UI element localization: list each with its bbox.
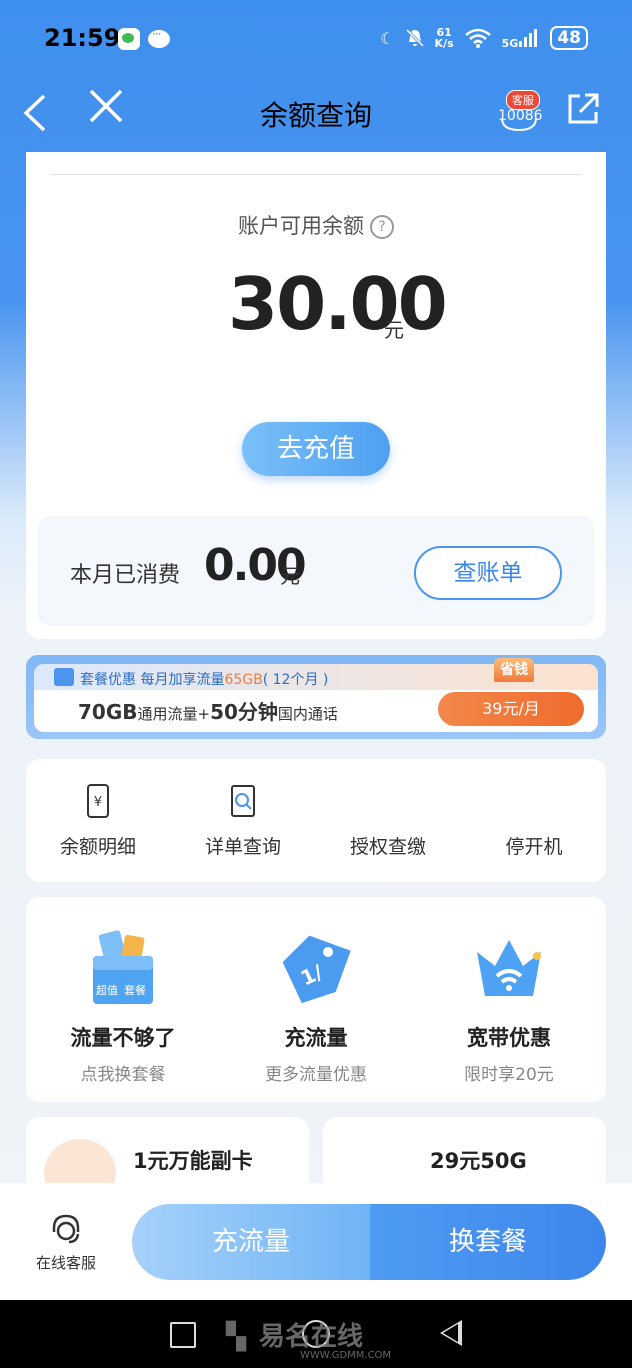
help-icon[interactable]: ? bbox=[370, 215, 394, 239]
phone-yuan-icon: ¥ bbox=[87, 784, 109, 818]
crown-wifi-icon bbox=[477, 940, 541, 996]
battery-indicator: 48 bbox=[550, 26, 588, 50]
document-search-icon bbox=[231, 785, 255, 817]
feature-title: 宽带优惠 bbox=[467, 1026, 551, 1050]
system-back-icon[interactable] bbox=[440, 1320, 462, 1346]
feature-subtitle: 限时享20元 bbox=[464, 1065, 554, 1085]
headset-icon bbox=[52, 1214, 80, 1244]
monthly-spend-label: 本月已消费 bbox=[70, 563, 181, 588]
divider bbox=[50, 174, 582, 175]
customer-service-badge: 客服 bbox=[506, 90, 540, 110]
message-icon bbox=[148, 27, 170, 48]
status-icons: ☾ 61 K/s 5G 48 bbox=[380, 26, 588, 50]
svg-text:套餐: 套餐 bbox=[124, 983, 146, 997]
customer-service-number: 10086 bbox=[498, 108, 543, 124]
view-bill-button[interactable]: 查账单 bbox=[414, 546, 562, 600]
svg-text:¥: ¥ bbox=[94, 795, 102, 810]
balance-unit: 元 bbox=[384, 318, 404, 342]
quick-action-suspend-resume[interactable]: 停开机 bbox=[464, 832, 604, 859]
monthly-spend-unit: 元 bbox=[280, 564, 300, 588]
feature-buy-data[interactable]: 1/ 充流量 更多流量优惠 bbox=[221, 930, 411, 1085]
status-time: 21:59 bbox=[44, 24, 121, 52]
quick-action-detail-query[interactable]: 详单查询 bbox=[173, 784, 313, 859]
feature-subtitle: 点我换套餐 bbox=[80, 1065, 166, 1085]
feature-broadband-offer[interactable]: 宽带优惠 限时享20元 bbox=[414, 930, 604, 1085]
watermark: ▚ 易名在线 bbox=[226, 1322, 364, 1352]
wifi-icon bbox=[464, 28, 491, 48]
wechat-icon bbox=[118, 28, 140, 50]
gift-icon bbox=[54, 668, 74, 686]
promo-main-text: 70GB通用流量+50分钟国内通话 bbox=[78, 700, 338, 724]
change-package-button[interactable]: 换套餐 bbox=[370, 1204, 606, 1280]
signal-icon: 5G bbox=[502, 27, 541, 50]
save-money-tag: 省钱 bbox=[494, 658, 534, 682]
promo-subtitle: 套餐优惠 每月加享流量65GB( 12个月 ) bbox=[80, 672, 329, 688]
feature-title: 流量不够了 bbox=[70, 1026, 176, 1050]
balance-label: 账户可用余额? bbox=[0, 210, 632, 240]
bell-off-icon bbox=[405, 28, 424, 48]
package-box-icon: 超值 套餐 bbox=[93, 930, 153, 1004]
online-service-label: 在线客服 bbox=[35, 1254, 96, 1272]
moon-icon: ☾ bbox=[380, 28, 395, 48]
net-speed: 61 K/s bbox=[434, 26, 454, 50]
online-service-button[interactable]: 在线客服 bbox=[28, 1212, 104, 1273]
recharge-button[interactable]: 去充值 bbox=[242, 422, 390, 476]
recent-apps-icon[interactable] bbox=[170, 1322, 196, 1348]
promo-price-button[interactable]: 39元/月 bbox=[438, 692, 584, 726]
feature-title: 充流量 bbox=[284, 1026, 348, 1050]
quick-action-label: 余额明细 bbox=[59, 836, 136, 858]
svg-text:超值: 超值 bbox=[96, 983, 118, 997]
quick-action-balance-detail[interactable]: ¥ 余额明细 bbox=[28, 784, 168, 859]
offer-title: 1元万能副卡 bbox=[133, 1149, 253, 1173]
share-icon[interactable] bbox=[566, 92, 600, 126]
quick-action-label: 授权查缴 bbox=[349, 836, 426, 858]
quick-action-label: 详单查询 bbox=[204, 836, 281, 858]
feature-change-package[interactable]: 超值 套餐 流量不够了 点我换套餐 bbox=[28, 930, 218, 1085]
feature-subtitle: 更多流量优惠 bbox=[265, 1065, 367, 1085]
buy-data-button[interactable]: 充流量 bbox=[132, 1204, 370, 1280]
quick-action-label: 停开机 bbox=[505, 836, 563, 858]
quick-action-authorized-pay[interactable]: 授权查缴 bbox=[318, 832, 458, 859]
watermark-url: WWW.GDMM.COM bbox=[300, 1350, 392, 1361]
price-tag-icon: 1/ bbox=[282, 935, 351, 1004]
balance-amount: 30.00 bbox=[228, 262, 448, 346]
offer-title: 29元50G bbox=[430, 1149, 527, 1173]
